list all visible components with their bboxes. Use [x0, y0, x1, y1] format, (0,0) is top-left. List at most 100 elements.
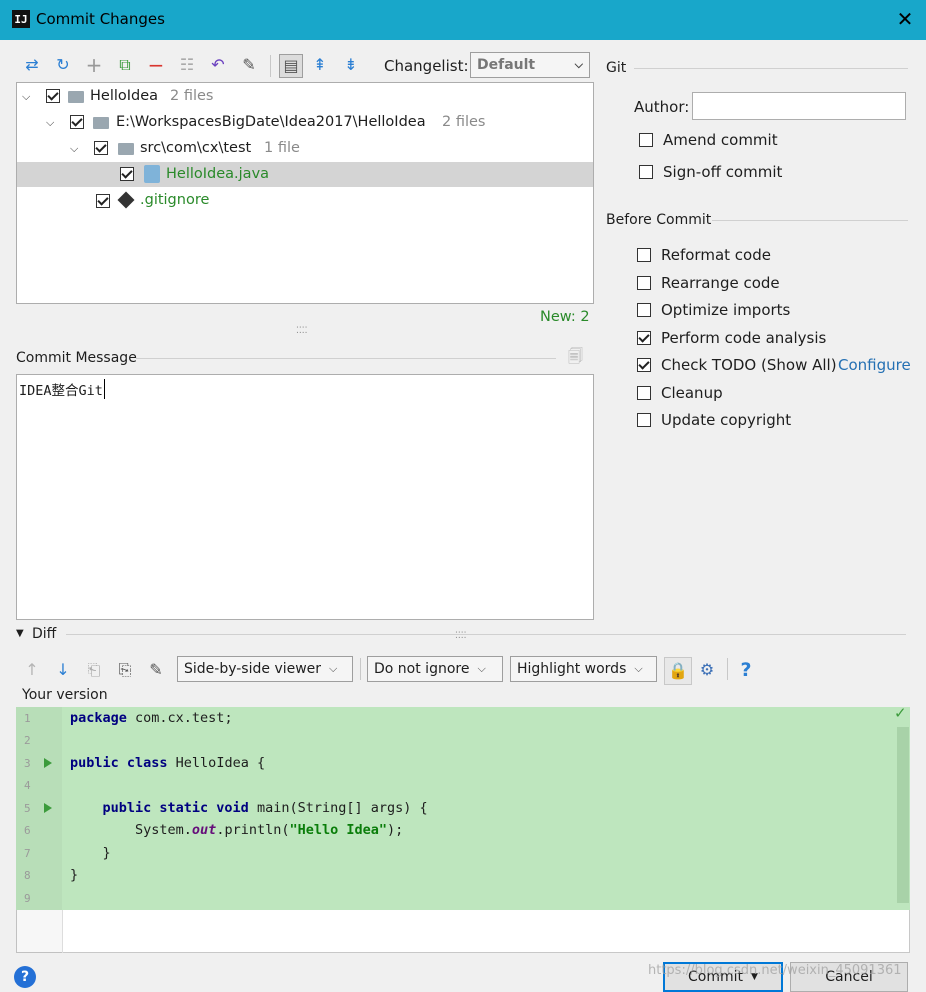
close-icon[interactable]: ✕ — [892, 6, 918, 32]
before-commit-option-label[interactable]: Optimize imports — [661, 301, 790, 319]
diff-section-title[interactable]: Diff — [32, 626, 56, 642]
before-commit-option-label[interactable]: Check TODO (Show All) — [661, 356, 837, 374]
chevron-down-icon[interactable]: ⌵ — [22, 90, 30, 104]
before-commit-option-label[interactable]: Cleanup — [661, 384, 723, 402]
before-commit-checkbox[interactable] — [637, 331, 651, 345]
collapse-all-icon[interactable]: ⇟ — [341, 55, 361, 75]
code-line: 6 System.out.println("Hello Idea"); — [24, 822, 404, 838]
group-by-icon[interactable]: ☷ — [177, 55, 197, 75]
checkbox-path[interactable] — [70, 115, 84, 129]
divider — [66, 634, 906, 635]
next-file-icon[interactable]: ⎘ — [115, 660, 135, 680]
before-commit-option-label[interactable]: Rearrange code — [661, 274, 780, 292]
signoff-checkbox[interactable] — [639, 165, 653, 179]
viewer-dropdown[interactable]: Side-by-side viewer ⌵ — [177, 656, 353, 682]
scrollbar-thumb[interactable] — [897, 727, 909, 903]
watermark-text: https://blog.csdn.net/weixin_45091361 — [648, 963, 902, 978]
commit-message-text: IDEA整合Git — [19, 379, 105, 399]
amend-label[interactable]: Amend commit — [663, 131, 778, 149]
selected-row — [17, 162, 593, 187]
tree-package-count: 1 file — [264, 140, 300, 156]
new-count-status: New: 2 — [540, 309, 590, 325]
divider — [634, 68, 908, 69]
before-commit-option-label[interactable]: Perform code analysis — [661, 329, 826, 347]
git-section-title: Git — [606, 60, 627, 76]
checkbox-file2[interactable] — [96, 194, 110, 208]
checkbox-package[interactable] — [94, 141, 108, 155]
intellij-logo-icon: IJ — [12, 10, 30, 28]
author-input[interactable] — [692, 92, 906, 120]
code-line: 8} — [24, 867, 79, 883]
whitespace-dropdown[interactable]: Do not ignore ⌵ — [367, 656, 503, 682]
code-line: 4 — [24, 779, 31, 792]
chevron-down-icon[interactable]: ⌵ — [46, 116, 54, 130]
chevron-down-icon: ⌵ — [634, 662, 643, 675]
before-commit-checkbox[interactable] — [637, 276, 651, 290]
code-line: 3 public class HelloIdea { — [24, 755, 266, 771]
highlight-dropdown[interactable]: Highlight words ⌵ — [510, 656, 657, 682]
tree-path-name: E:\WorkspacesBigDate\Idea2017\HelloIdea — [116, 114, 426, 130]
before-commit-option-label[interactable]: Update copyright — [661, 411, 791, 429]
module-folder-icon — [68, 91, 84, 103]
triangle-down-icon[interactable]: ▼ — [16, 628, 24, 639]
previous-file-icon[interactable]: ⎗ — [84, 660, 104, 680]
run-icon[interactable] — [44, 758, 52, 768]
window-title: Commit Changes — [36, 10, 165, 28]
before-commit-checkbox[interactable] — [637, 248, 651, 262]
toolbar-separator — [360, 658, 361, 680]
splitter-handle[interactable]: ⁚⁚⁚⁚ — [296, 326, 307, 336]
previous-difference-icon[interactable]: ↑ — [22, 660, 42, 680]
code-line: 2 — [24, 734, 31, 747]
splitter-handle[interactable]: ⁚⁚⁚⁚ — [455, 631, 466, 641]
chevron-down-icon[interactable]: ⌵ — [70, 142, 78, 156]
tree-package-name: src\com\cx\test — [140, 140, 252, 156]
code-line: 5 public static void main(String[] args)… — [24, 800, 428, 816]
highlight-value: Highlight words — [517, 661, 627, 677]
edit-source-icon[interactable]: ✎ — [146, 660, 166, 680]
show-diff-icon[interactable]: ⇄ — [22, 55, 42, 75]
folder-icon — [93, 117, 109, 129]
chevron-down-icon: ⌵ — [329, 662, 338, 675]
lock-icon[interactable]: 🔒 — [664, 657, 692, 685]
tree-path-count: 2 files — [442, 114, 486, 130]
add-icon[interactable]: + — [84, 55, 104, 75]
help-button[interactable]: ? — [14, 966, 36, 988]
expand-all-icon[interactable]: ⇞ — [310, 55, 330, 75]
viewer-value: Side-by-side viewer — [184, 661, 322, 677]
toggle-view-icon[interactable]: ▤ — [279, 54, 303, 78]
changelist-value: Default — [477, 57, 536, 73]
chevron-down-icon: ⌵ — [574, 58, 583, 71]
message-history-icon[interactable]: 🗐 — [568, 346, 584, 365]
checkbox-file1[interactable] — [120, 167, 134, 181]
configure-link[interactable]: Configure — [838, 356, 911, 374]
checkbox-root[interactable] — [46, 89, 60, 103]
tree-file2-name[interactable]: .gitignore — [140, 192, 209, 208]
java-file-icon — [144, 165, 160, 183]
run-icon[interactable] — [44, 803, 52, 813]
before-commit-option-label[interactable]: Reformat code — [661, 246, 771, 264]
gear-icon[interactable]: ⚙ — [697, 660, 717, 680]
remove-icon[interactable]: − — [146, 55, 166, 75]
your-version-label: Your version — [22, 687, 108, 703]
before-commit-checkbox[interactable] — [637, 386, 651, 400]
before-commit-checkbox[interactable] — [637, 358, 651, 372]
changelist-dropdown[interactable]: Default ⌵ — [470, 52, 590, 78]
before-commit-checkbox[interactable] — [637, 303, 651, 317]
signoff-label[interactable]: Sign-off commit — [663, 163, 782, 181]
code-line: 9 — [24, 892, 31, 905]
commit-message-input[interactable] — [16, 374, 594, 620]
whitespace-value: Do not ignore — [374, 661, 470, 677]
package-folder-icon — [118, 143, 134, 155]
next-difference-icon[interactable]: ↓ — [53, 660, 73, 680]
rollback-icon[interactable]: ↶ — [208, 55, 228, 75]
refresh-icon[interactable]: ↻ — [53, 55, 73, 75]
commit-message-label: Commit Message — [16, 350, 137, 366]
changelist-label: Changelist: — [384, 57, 469, 75]
before-commit-checkbox[interactable] — [637, 413, 651, 427]
amend-checkbox[interactable] — [639, 133, 653, 147]
code-line: 1 package com.cx.test; — [24, 710, 233, 726]
tree-file1-name[interactable]: HelloIdea.java — [166, 166, 269, 182]
move-to-changelist-icon[interactable]: ⧉ — [115, 55, 135, 75]
help-icon[interactable]: ? — [736, 660, 756, 680]
edit-source-icon[interactable]: ✎ — [239, 55, 259, 75]
